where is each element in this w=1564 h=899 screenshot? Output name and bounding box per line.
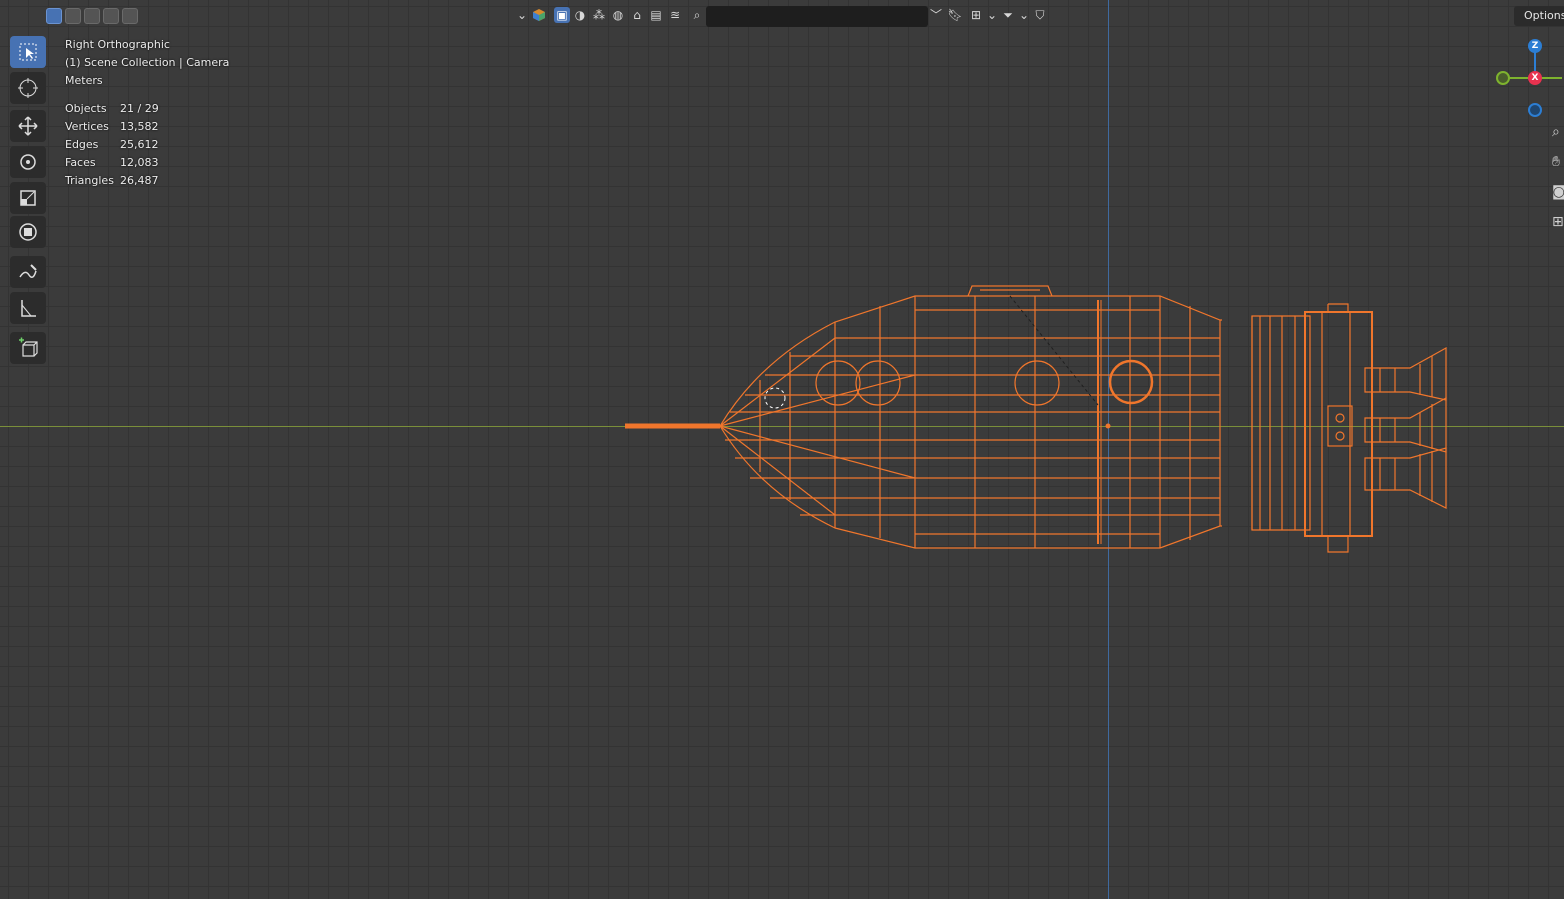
view-name: Right Orthographic [65,38,170,51]
stat-row: Objects 21 / 29 [65,100,159,118]
select-extend-icon[interactable] [65,8,81,24]
gizmo-z-axis[interactable]: Z [1528,39,1542,53]
stat-value: 13,582 [120,120,159,133]
annotate-tool[interactable] [10,256,46,288]
hand-pan-icon[interactable]: ✋︎ [1552,154,1564,172]
rocket-wireframe[interactable] [0,0,1564,899]
gizmo-x-axis[interactable]: X [1528,71,1542,85]
chevron-down-icon[interactable]: ⌄ [514,7,530,23]
select-box-tool[interactable] [10,36,46,68]
collapse-icon[interactable]: ﹀ [928,7,944,23]
object-type-icon[interactable] [531,7,547,23]
bookmark-icon[interactable]: 🔖︎ [947,7,963,23]
scene-statistics: Objects 21 / 29 Vertices 13,582 Edges 25,61… [65,100,159,190]
measure-tool[interactable] [10,292,46,324]
render-icon[interactable]: ⌂ [629,7,645,23]
viewport-info: Right Orthographic (1) Scene Collection … [65,36,229,90]
camera-icon[interactable]: ◙ [1552,184,1564,202]
stat-value: 25,612 [120,138,159,151]
transform-icon [19,223,37,241]
world-icon[interactable]: ◍ [610,7,626,23]
stat-label: Edges [65,138,99,151]
zoom-icon[interactable]: ⌕ [1552,124,1564,142]
grid-icon[interactable]: ⊞ [1552,214,1564,232]
viewport-header: ⌄ ▣ ◑ ⁂ ◍ ⌂ ▤ ≊ ⌕ ﹀ 🔖︎ ⊞ ⌄ ⏷ ⌄ ⛉ Options [0,0,1564,32]
stat-value: 12,083 [120,156,159,169]
stat-label: Objects [65,102,107,115]
light-icon[interactable]: ⁂ [591,7,607,23]
add-cube-icon [19,337,38,357]
select-new-icon[interactable] [46,8,62,24]
stat-label: Faces [65,156,96,169]
stat-row: Edges 25,612 [65,136,159,154]
stat-label: Triangles [65,174,114,187]
select-intersect-icon[interactable] [122,8,138,24]
annotate-icon [19,264,37,278]
cursor-tool[interactable] [10,72,46,104]
stat-row: Triangles 26,487 [65,172,159,190]
units-label: Meters [65,74,103,87]
rotate-tool[interactable] [10,146,46,178]
image-icon[interactable]: ▤ [648,7,664,23]
add-cube-tool[interactable] [10,332,46,364]
collection-info: (1) Scene Collection | Camera [65,56,230,69]
rotate-icon [20,154,36,170]
3d-viewport[interactable] [0,0,1564,899]
shield-icon[interactable]: ⛉ [1032,7,1048,23]
select-box-icon [19,43,37,61]
scale-icon [20,190,36,206]
move-icon [18,116,38,136]
stat-value: 26,487 [120,174,159,187]
filter-icon[interactable]: ⏷ [1000,7,1016,23]
navigation-gizmo[interactable]: Z X [1490,36,1564,120]
select-subtract-icon[interactable] [84,8,100,24]
layers-icon[interactable]: ≊ [667,7,683,23]
chevron-down-icon[interactable]: ⌄ [984,7,1000,23]
gizmo-neg-y-axis[interactable] [1496,71,1510,85]
scale-tool[interactable] [10,182,46,214]
search-input[interactable] [706,6,928,27]
display-mode-icon[interactable]: ⊞ [968,7,984,23]
stat-row: Vertices 13,582 [65,118,159,136]
measure-icon [21,300,36,317]
options-button[interactable]: Options [1514,6,1564,26]
sphere-icon[interactable]: ◑ [572,7,588,23]
move-tool[interactable] [10,110,46,142]
cursor-icon [18,78,38,98]
search-icon: ⌕ [693,8,701,22]
selectable-mesh-icon[interactable]: ▣ [554,7,570,23]
transform-tool[interactable] [10,216,46,248]
stat-row: Faces 12,083 [65,154,159,172]
stat-label: Vertices [65,120,109,133]
chevron-down-icon[interactable]: ⌄ [1016,7,1032,23]
select-invert-icon[interactable] [103,8,119,24]
stat-value: 21 / 29 [120,102,159,115]
gizmo-neg-z-axis[interactable] [1528,103,1542,117]
